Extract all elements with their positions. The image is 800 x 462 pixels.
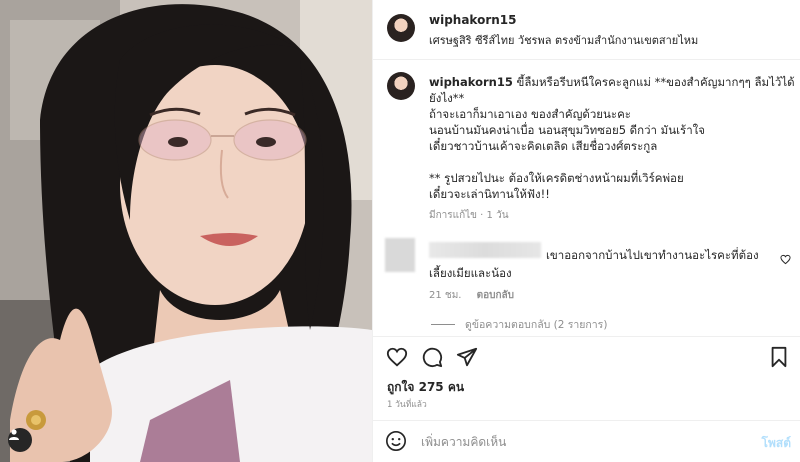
commenter-avatar-blurred[interactable] (385, 238, 415, 272)
username-link[interactable]: wiphakorn15 (429, 13, 517, 27)
caption-username-link[interactable]: wiphakorn15 (429, 75, 513, 89)
comment-input[interactable] (421, 431, 721, 453)
heart-icon[interactable] (385, 345, 409, 369)
share-icon[interactable] (455, 345, 479, 369)
caption-line: ถ้าจะเอาก็มาเอาเอง ของสำคัญด้วยนะคะ (429, 107, 631, 121)
caption-line: นอนบ้านมันคงน่าเบื่อ นอนสุขุมวิทซอย5 ดีก… (429, 123, 706, 137)
comment-text-line: เลี้ยงเมียและน้อง (429, 266, 512, 280)
view-replies-label: ดูข้อความตอบกลับ (2 รายการ) (465, 319, 608, 331)
comment-meta: 21 ชม. ตอบกลับ (429, 288, 514, 303)
caption-text: wiphakorn15 ขี้ลืมหรือรีบหนีใครคะลูกแม่ … (429, 74, 795, 202)
avatar[interactable] (387, 72, 415, 100)
caption-line: เดี๋ยวจะเล่านิทานให้ฟัง!! (429, 187, 550, 201)
caption-line: ** รูปสวยไปนะ ต้องให้เครดิตช่างหน้าผมที่… (429, 171, 684, 185)
location-link[interactable]: เศรษฐสิริ ซีรีส์ไทย วัชรพล ตรงข้ามสำนักง… (429, 31, 698, 49)
avatar[interactable] (387, 14, 415, 42)
like-count[interactable]: ถูกใจ 275 คน (387, 378, 464, 397)
comment-composer: โพสต์ (373, 420, 800, 462)
caption-line-text: ขี้ลืมหรือรีบหนีใครคะลูกแม่ **ของสำคัญมา… (516, 75, 795, 89)
emoji-icon[interactable] (385, 430, 407, 456)
caption-line: เดี๋ยวชาวบ้านเค้าจะคิดเตลิด เสียชื่อวงศ์… (429, 139, 658, 153)
reply-button[interactable]: ตอบกลับ (477, 290, 514, 301)
post-date[interactable]: 1 วันที่แล้ว (387, 397, 427, 411)
caption-line: wiphakorn15 ขี้ลืมหรือรีบหนีใครคะลูกแม่ … (429, 74, 795, 90)
comment-icon[interactable] (420, 345, 444, 369)
comment: เขาออกจากบ้านไปเขาทำงานอะไรคะที่ต้อง เลี… (373, 236, 800, 306)
comment-text: เขาออกจากบ้านไปเขาทำงานอะไรคะที่ต้อง เลี… (429, 246, 769, 282)
post-header: wiphakorn15 เศรษฐสิริ ซีรีส์ไทย วัชรพล ต… (373, 0, 800, 60)
post-panel: wiphakorn15 เศรษฐสิริ ซีรีส์ไทย วัชรพล ต… (372, 0, 800, 462)
view-replies-button[interactable]: ดูข้อความตอบกลับ (2 รายการ) (431, 316, 607, 333)
action-bar (373, 336, 800, 374)
comment-like-heart-icon[interactable] (780, 250, 791, 269)
bookmark-icon[interactable] (767, 345, 791, 369)
post-button[interactable]: โพสต์ (762, 434, 791, 453)
caption-meta: มีการแก้ไข · 1 วัน (429, 210, 509, 221)
comment-time: 21 ชม. (429, 290, 462, 301)
user-tag-icon[interactable] (8, 428, 32, 452)
comment-text-line: เขาออกจากบ้านไปเขาทำงานอะไรคะที่ต้อง (546, 248, 759, 262)
divider (431, 324, 455, 325)
selfie-illustration (0, 0, 372, 462)
post-photo[interactable] (0, 0, 372, 462)
caption-line (429, 154, 791, 170)
caption-line: ยังไง** (429, 91, 465, 105)
